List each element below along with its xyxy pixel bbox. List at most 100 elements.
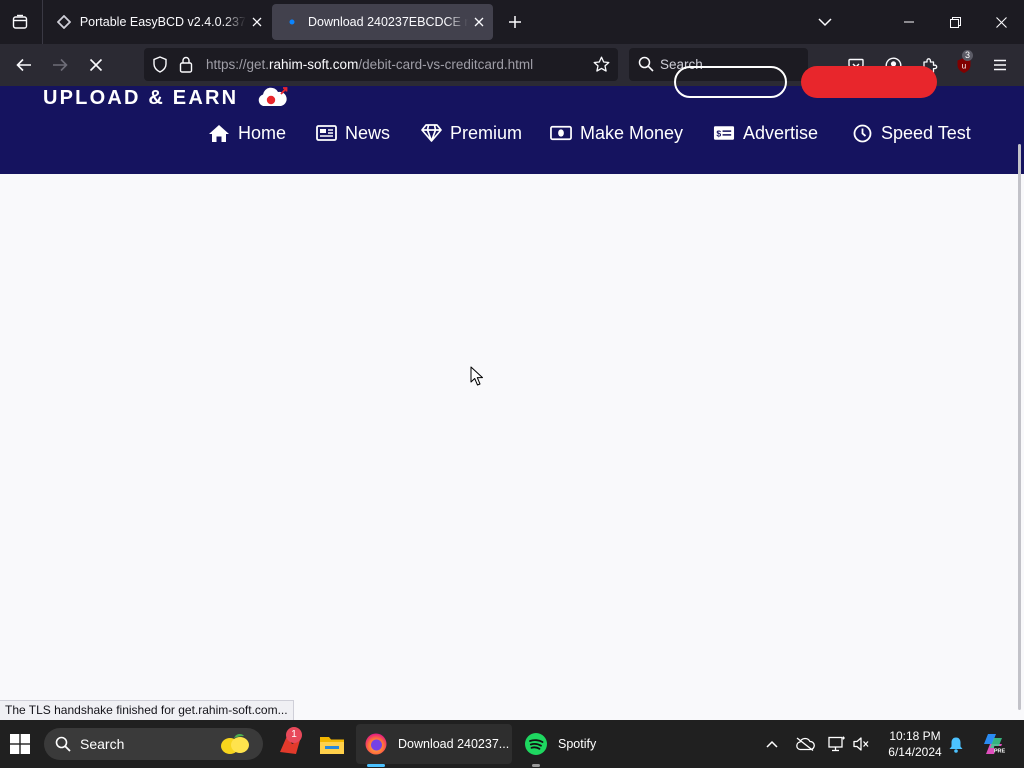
bell-icon (949, 737, 963, 753)
url-path: /debit-card-vs-creditcard.html (358, 57, 534, 72)
show-hidden-icons-button[interactable] (760, 732, 784, 756)
close-icon (89, 58, 103, 72)
loading-dot-icon (284, 14, 300, 30)
url-domain: rahim-soft.com (269, 57, 359, 72)
arrow-left-icon (16, 58, 31, 72)
extension-badge-count: 3 (962, 50, 974, 61)
nav-home[interactable]: Home (208, 121, 286, 145)
tab-title: Download 240237EBCDCE rar (308, 15, 468, 29)
tab-divider (42, 0, 43, 44)
url-text[interactable]: https://get.rahim-soft.com/debit-card-vs… (206, 57, 533, 72)
money-bill-icon (550, 123, 572, 143)
nav-speed-test[interactable]: Speed Test (851, 121, 971, 145)
copilot-button[interactable]: PRE (979, 732, 1007, 756)
svg-text:PRE: PRE (994, 749, 1006, 755)
cloud-offline-icon (796, 737, 815, 751)
plus-icon (509, 16, 521, 28)
clock-time: 10:18 PM (889, 729, 941, 743)
restore-icon (949, 16, 961, 28)
nav-advertise[interactable]: $ Advertise (713, 121, 818, 145)
taskbar-app-label: Spotify (558, 737, 597, 751)
taskbar-firefox-app[interactable]: Download 240237... (356, 724, 512, 764)
close-tab-icon[interactable] (470, 13, 488, 31)
volume-tray-button[interactable] (849, 732, 873, 756)
home-icon (208, 123, 230, 143)
taskbar-clock[interactable]: 10:18 PM 6/14/2024 (880, 728, 950, 760)
active-app-indicator (367, 764, 385, 767)
stop-loading-button[interactable] (83, 53, 109, 77)
diamond-favicon-icon (56, 14, 72, 30)
svg-text:u: u (962, 61, 966, 70)
taskbar-spotify-app[interactable]: Spotify (518, 724, 614, 764)
running-app-indicator (532, 764, 540, 767)
copilot-icon: PRE (984, 734, 1006, 755)
taskbar: Search 1 Download 240237... Spotify 10:1… (0, 720, 1024, 768)
taskbar-search-label: Search (80, 736, 125, 752)
screen: Portable EasyBCD v2.4.0.237 Co Download … (0, 0, 1024, 768)
taskbar-app-label: Download 240237... (398, 737, 510, 751)
signup-button[interactable] (801, 66, 937, 98)
speaker-muted-icon (853, 737, 869, 751)
site-logo-text[interactable]: UPLOAD & EARN (43, 87, 238, 110)
money-check-icon: $ (713, 123, 735, 143)
nav-label: Advertise (743, 122, 819, 143)
notifications-button[interactable] (944, 732, 968, 756)
tab-download[interactable]: Download 240237EBCDCE rar (272, 4, 493, 40)
nav-label: Home (238, 122, 287, 143)
minimize-button[interactable] (886, 0, 932, 44)
lock-icon[interactable] (179, 56, 193, 78)
file-explorer-icon[interactable] (319, 732, 345, 761)
svg-text:$: $ (716, 128, 721, 138)
page-content-area (0, 174, 1016, 720)
nav-label: Make Money (580, 122, 684, 143)
nav-label: News (345, 122, 391, 143)
mouse-cursor-icon (470, 366, 483, 386)
close-icon (995, 16, 1007, 28)
network-monitor-icon (828, 736, 845, 752)
tab-strip: Portable EasyBCD v2.4.0.237 Co Download … (0, 0, 1024, 44)
tab-easybcd[interactable]: Portable EasyBCD v2.4.0.237 Co (44, 4, 266, 40)
site-header: UPLOAD & EARN Home News Premium Make Mon… (0, 66, 1024, 174)
nav-premium[interactable]: Premium (420, 121, 522, 145)
status-panel: The TLS handshake finished for get.rahim… (0, 700, 294, 720)
diamond-icon (420, 123, 442, 143)
clock-date: 6/14/2024 (888, 745, 942, 759)
restore-button[interactable] (932, 0, 978, 44)
login-button[interactable] (674, 66, 787, 98)
search-icon (638, 56, 654, 77)
onedrive-tray-button[interactable] (793, 732, 817, 756)
notification-badge: 1 (286, 727, 302, 743)
nav-label: Premium (450, 122, 523, 143)
address-bar[interactable]: https://get.rahim-soft.com/debit-card-vs… (144, 48, 618, 81)
spotify-icon (524, 732, 548, 756)
lemons-search-highlight-icon (218, 731, 252, 762)
app-menu-button[interactable] (987, 53, 1013, 77)
minimize-icon (904, 21, 914, 23)
firefox-view-icon (12, 14, 28, 29)
hamburger-menu-icon (994, 59, 1006, 71)
search-icon (55, 736, 71, 757)
forward-button[interactable] (47, 53, 73, 77)
windows-start-icon[interactable] (8, 732, 32, 756)
clock-icon (851, 123, 873, 143)
page-scrollbar[interactable] (1018, 144, 1021, 710)
close-tab-icon[interactable] (248, 13, 266, 31)
url-scheme: https://get. (206, 57, 270, 72)
nav-news[interactable]: News (315, 121, 390, 145)
back-button[interactable] (11, 53, 37, 77)
list-all-tabs-button[interactable] (814, 11, 836, 33)
network-tray-button[interactable] (825, 732, 849, 756)
arrow-right-icon (53, 58, 68, 72)
star-bookmark-icon[interactable] (593, 56, 610, 78)
cloud-upload-logo-icon (258, 87, 288, 106)
taskbar-search-box[interactable]: Search (44, 728, 263, 760)
close-window-button[interactable] (978, 0, 1024, 44)
nav-label: Speed Test (881, 122, 971, 143)
chevron-up-icon (766, 740, 778, 748)
chevron-down-icon (818, 18, 832, 27)
firefox-icon (364, 732, 388, 756)
new-tab-button[interactable] (504, 11, 526, 33)
nav-make-money[interactable]: Make Money (550, 121, 683, 145)
shield-icon[interactable] (152, 56, 168, 78)
firefox-view-button[interactable] (7, 10, 33, 34)
